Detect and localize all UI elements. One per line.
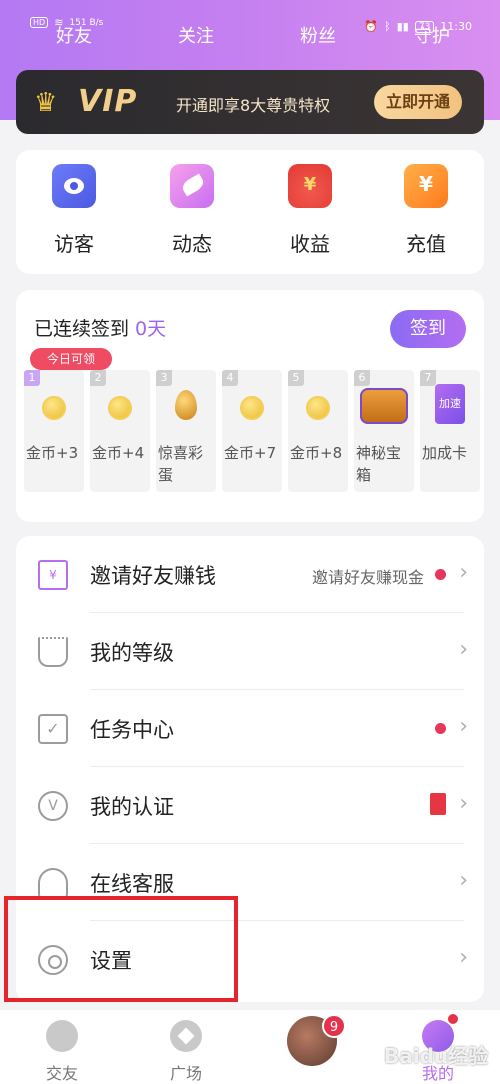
notification-dot [448, 1014, 458, 1024]
chevron-right-icon: › [459, 714, 468, 739]
day-number: 4 [222, 370, 238, 386]
coin-icon [42, 396, 66, 420]
signin-button[interactable]: 签到 [390, 310, 466, 348]
signin-day-2[interactable]: 2 金币+4 [90, 370, 150, 492]
day-reward: 神秘宝箱 [356, 444, 402, 484]
notification-dot [435, 723, 446, 734]
coin-icon [306, 396, 330, 420]
chevron-right-icon: › [459, 560, 468, 585]
day-number: 7 [420, 370, 436, 386]
shortcut-label: 动态 [172, 232, 212, 256]
crown-outline-icon [38, 637, 68, 667]
message-badge: 9 [322, 1014, 346, 1038]
tab-friends[interactable]: 好友 [34, 22, 114, 48]
menu-label: 在线客服 [90, 872, 174, 896]
tab-guard[interactable]: 守护 [392, 22, 472, 48]
vip-description: 开通即享8大尊贵特权 [176, 96, 331, 115]
highlight-annotation-box [4, 896, 238, 1002]
signin-day-4[interactable]: 4 金币+7 [222, 370, 282, 492]
shortcuts-card: 访客 动态 收益 充值 [16, 150, 484, 274]
coin-icon [240, 396, 264, 420]
day-reward: 惊喜彩蛋 [158, 444, 204, 484]
nav-label: 广场 [169, 1064, 202, 1083]
vip-open-button[interactable]: 立即开通 [374, 85, 462, 119]
menu-invite-friends[interactable]: ¥ 邀请好友赚钱 邀请好友赚现金 › [16, 536, 484, 613]
income-icon [288, 164, 332, 208]
shortcut-income[interactable]: 收益 [270, 164, 350, 257]
shortcut-label: 充值 [406, 232, 446, 256]
signin-day-7[interactable]: 7 加速 加成卡 [420, 370, 480, 492]
moment-icon [170, 164, 214, 208]
day-number: 3 [156, 370, 172, 386]
recharge-icon [404, 164, 448, 208]
top-tabs: 好友 关注 粉丝 守护 [0, 22, 500, 52]
vip-banner[interactable]: ♛ VIP 开通即享8大尊贵特权 立即开通 [16, 70, 484, 134]
tab-following[interactable]: 关注 [156, 22, 236, 48]
signin-card: 已连续签到 0天 签到 今日可领 1 金币+3 2 金币+4 3 惊喜彩蛋 4 … [16, 290, 484, 522]
menu-label: 我的认证 [90, 795, 174, 819]
red-packet-icon [430, 793, 446, 815]
day-number: 1 [24, 370, 40, 386]
shortcut-visitor[interactable]: 访客 [34, 164, 114, 257]
menu-right-text: 邀请好友赚现金 [311, 568, 424, 587]
day-reward: 金币+7 [224, 444, 277, 462]
watermark: Baidu经验 [384, 1044, 489, 1068]
chevron-right-icon: › [459, 791, 468, 816]
nav-label: 交友 [45, 1064, 78, 1083]
visitor-icon [52, 164, 96, 208]
crown-icon: ♛ [34, 88, 58, 118]
shortcut-label: 访客 [54, 232, 94, 256]
day-number: 2 [90, 370, 106, 386]
golden-egg-icon [175, 390, 197, 420]
tab-fans[interactable]: 粉丝 [278, 22, 358, 48]
vip-logo: VIP [78, 84, 138, 119]
signin-day-5[interactable]: 5 金币+8 [288, 370, 348, 492]
menu-my-level[interactable]: 我的等级 › [16, 613, 484, 690]
compass-icon [170, 1020, 202, 1052]
chevron-right-icon: › [459, 945, 468, 970]
menu-label: 邀请好友赚钱 [90, 564, 216, 588]
menu-label: 任务中心 [90, 718, 174, 742]
shortcut-label: 收益 [290, 232, 330, 256]
signin-title: 已连续签到 0天 [34, 314, 166, 341]
certification-icon: V [38, 791, 68, 821]
chevron-right-icon: › [459, 637, 468, 662]
day-reward: 加成卡 [422, 444, 468, 462]
day-reward: 金币+8 [290, 444, 343, 462]
shortcut-moment[interactable]: 动态 [152, 164, 232, 257]
headset-icon [38, 868, 68, 898]
nav-make-friends[interactable]: 交友 [22, 1020, 102, 1084]
day-number: 6 [354, 370, 370, 386]
coin-icon [108, 396, 132, 420]
menu-task-center[interactable]: ✓ 任务中心 › [16, 690, 484, 767]
day-number: 5 [288, 370, 304, 386]
checkbox-icon: ✓ [38, 714, 68, 744]
menu-label: 我的等级 [90, 641, 174, 665]
speed-card-icon: 加速 [435, 384, 465, 424]
signin-day-1[interactable]: 1 金币+3 [24, 370, 84, 492]
today-available-tag: 今日可领 [30, 348, 112, 370]
hearts-icon [46, 1020, 78, 1052]
treasure-chest-icon [360, 388, 408, 424]
shortcut-recharge[interactable]: 充值 [386, 164, 466, 257]
signin-title-prefix: 已连续签到 [34, 318, 136, 340]
day-reward: 金币+3 [26, 444, 79, 462]
day-reward: 金币+4 [92, 444, 145, 462]
signin-day-6[interactable]: 6 神秘宝箱 [354, 370, 414, 492]
chevron-right-icon: › [459, 868, 468, 893]
menu-my-certification[interactable]: V 我的认证 › [16, 767, 484, 844]
signin-day-3[interactable]: 3 惊喜彩蛋 [156, 370, 216, 492]
signin-days: 0天 [135, 318, 167, 340]
invite-icon: ¥ [38, 560, 68, 590]
notification-dot [435, 569, 446, 580]
nav-plaza[interactable]: 广场 [146, 1020, 226, 1084]
